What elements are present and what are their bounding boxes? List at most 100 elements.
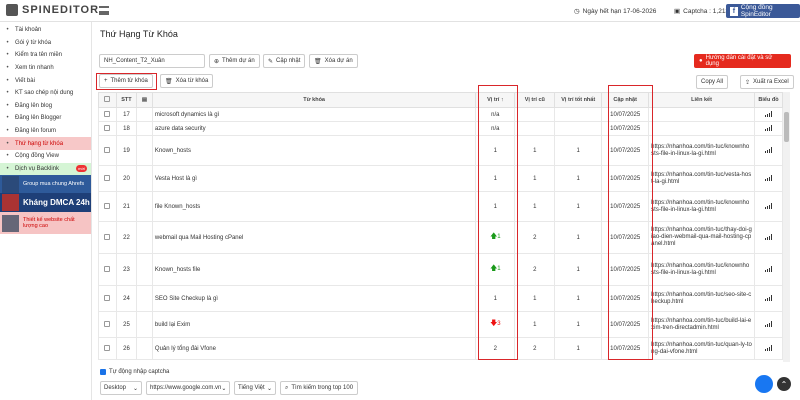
sidebar-item[interactable]: • Xem tin nhanh	[0, 62, 91, 75]
cell-link[interactable]: https://nhanhoa.com/tin-tuc/vesta-host-l…	[648, 165, 755, 192]
language-select[interactable]: Tiếng Việt ⌄	[234, 381, 276, 395]
table-row[interactable]: 23 Known_hosts file 🡅1 2 1 10/07/2025 https://…	[98, 253, 784, 286]
header-position[interactable]: Vị trí ↑	[475, 92, 516, 108]
messenger-icon[interactable]	[755, 375, 773, 393]
row-checkbox[interactable]	[98, 311, 117, 338]
checkbox[interactable]	[104, 146, 111, 153]
row-checkbox[interactable]	[98, 135, 117, 166]
sidebar-item[interactable]: • Gói ý từ khóa	[0, 37, 91, 50]
scroll-top-icon[interactable]: ⌃	[777, 377, 791, 391]
table-row[interactable]: 19 Known_hosts 1 1 1 10/07/2025 https://nhanho…	[98, 135, 784, 166]
auto-captcha-toggle[interactable]: Tự động nhập captcha	[100, 369, 169, 375]
checkbox[interactable]	[104, 174, 111, 181]
sidebar-item[interactable]: • Đăng lên blog	[0, 100, 91, 113]
banner-ahrefs[interactable]: Group mua chung Ahrefs	[0, 175, 91, 194]
sidebar-item[interactable]: • Đăng lên Blogger	[0, 112, 91, 125]
banner-dmca[interactable]: Kháng DMCA 24h	[0, 193, 91, 213]
chart-icon[interactable]	[764, 320, 772, 327]
table-row[interactable]: 26 Quản lý tổng đài Vfone 2 2 1 10/07/2025 htt…	[98, 337, 784, 360]
brand-logo[interactable]: SPINEDITOR	[6, 4, 99, 16]
add-keyword-button[interactable]: + Thêm từ khóa	[99, 74, 153, 88]
cell-chart[interactable]	[753, 337, 784, 360]
checkbox[interactable]	[104, 344, 111, 351]
table-row[interactable]: 21 file Known_hosts 1 1 1 10/07/2025 https://n…	[98, 191, 784, 222]
row-checkbox[interactable]	[98, 253, 117, 286]
header-stt[interactable]: STT	[115, 92, 137, 108]
row-checkbox[interactable]	[98, 221, 117, 254]
checkbox[interactable]	[104, 124, 111, 131]
cell-chart[interactable]	[753, 165, 784, 192]
search-top-button[interactable]: ⌕ Tìm kiếm trong top 100	[280, 381, 359, 395]
cell-chart[interactable]	[753, 311, 784, 338]
delete-project-button[interactable]: 🗑 Xóa dự án	[309, 54, 358, 68]
cell-link[interactable]: https://nhanhoa.com/tin-tuc/quan-ly-tong…	[648, 337, 755, 360]
cell-chart[interactable]	[753, 191, 784, 222]
cell-link[interactable]: https://nhanhoa.com/tin-tuc/thay-doi-gia…	[648, 221, 755, 254]
header-best-position[interactable]: Vị trí tốt nhất	[554, 92, 603, 108]
header-chart[interactable]: Biểu đồ	[753, 92, 784, 108]
table-row[interactable]: 25 build lại Exim 🡇3 1 1 10/07/2025 https://nh…	[98, 311, 784, 338]
checkbox[interactable]	[104, 110, 111, 117]
update-button[interactable]: ✎ Cập nhật	[263, 54, 306, 68]
device-select[interactable]: Desktop ⌄	[100, 381, 142, 395]
cell-chart[interactable]	[753, 285, 784, 312]
chart-icon[interactable]	[764, 110, 772, 117]
copy-all-button[interactable]: Copy All	[696, 75, 729, 89]
header-old-position[interactable]: Vị trí cũ	[514, 92, 556, 108]
chart-icon[interactable]	[764, 202, 772, 209]
cell-link[interactable]: https://nhanhoa.com/tin-tuc/knownhosts-f…	[648, 135, 755, 166]
chart-icon[interactable]	[764, 233, 772, 240]
chart-icon[interactable]	[764, 174, 772, 181]
checkbox[interactable]	[104, 233, 111, 240]
checkbox[interactable]	[104, 294, 111, 301]
checkbox[interactable]	[104, 320, 111, 327]
table-row[interactable]: 22 webmail qua Mail Hosting cPanel 🡅1 2 1 10/…	[98, 221, 784, 254]
table-scrollbar[interactable]	[783, 92, 790, 362]
checkbox[interactable]	[104, 265, 111, 272]
guide-button[interactable]: ● Hướng dẫn cài đặt và sử dụng	[694, 54, 791, 68]
sidebar-item[interactable]: • Cộng đồng View	[0, 150, 91, 163]
export-excel-button[interactable]: ⇪ Xuất ra Excel	[740, 75, 794, 89]
sidebar-item[interactable]: • Kiểm tra tên miền	[0, 49, 91, 62]
cell-chart[interactable]	[753, 253, 784, 286]
header-keyword[interactable]: Từ khóa	[151, 92, 477, 108]
banner-website[interactable]: Thiết kế website chất lượng cao	[0, 212, 91, 235]
header-updated[interactable]: Cập nhật	[601, 92, 650, 108]
sidebar-item[interactable]: • Dịch vụ Backlink mới	[0, 162, 91, 176]
sidebar-item[interactable]: • Đăng lên forum	[0, 125, 91, 138]
cell-link[interactable]: https://nhanhoa.com/tin-tuc/knownhosts-f…	[648, 191, 755, 222]
table-row[interactable]: 17 microsoft dynamics là gì n/a 10/07/2025	[98, 107, 784, 122]
table-row[interactable]: 18 azure data security n/a 10/07/2025	[98, 121, 784, 136]
search-engine-select[interactable]: https://www.google.com.vn ⌄	[146, 381, 230, 395]
chart-icon[interactable]	[764, 146, 772, 153]
delete-keyword-button[interactable]: 🗑 Xóa từ khóa	[160, 74, 214, 88]
table-row[interactable]: 20 Vesta Host là gì 1 1 1 10/07/2025 https://n…	[98, 165, 784, 192]
table-row[interactable]: 24 SEO Site Checkup là gì 1 1 1 10/07/2025 htt…	[98, 285, 784, 312]
row-checkbox[interactable]	[98, 107, 117, 122]
project-select[interactable]: NH_Content_T2_Xuân	[99, 54, 205, 68]
cell-chart[interactable]	[753, 221, 784, 254]
header-link[interactable]: Liên kết	[648, 92, 755, 108]
checkbox[interactable]	[104, 202, 111, 209]
row-checkbox[interactable]	[98, 165, 117, 192]
cell-chart[interactable]	[753, 121, 784, 136]
add-project-button[interactable]: ⊕ Thêm dự án	[209, 54, 260, 68]
row-checkbox[interactable]	[98, 121, 117, 136]
cell-link[interactable]: https://nhanhoa.com/tin-tuc/knownhosts-f…	[648, 253, 755, 286]
cell-link[interactable]: https://nhanhoa.com/tin-tuc/seo-site-che…	[648, 285, 755, 312]
sidebar-item[interactable]: • Viết bài	[0, 74, 91, 87]
header-checkbox[interactable]	[98, 92, 117, 108]
cell-link[interactable]	[648, 121, 755, 136]
cell-link[interactable]	[648, 107, 755, 122]
menu-icon[interactable]	[99, 6, 109, 15]
row-checkbox[interactable]	[98, 191, 117, 222]
sidebar-item[interactable]: • KT sao chép nội dung	[0, 87, 91, 100]
chart-icon[interactable]	[764, 265, 772, 272]
community-button[interactable]: f Cộng đồng SpinEditor	[726, 4, 800, 18]
chart-icon[interactable]	[764, 124, 772, 131]
row-checkbox[interactable]	[98, 337, 117, 360]
chart-icon[interactable]	[764, 294, 772, 301]
cell-link[interactable]: https://nhanhoa.com/tin-tuc/build-lai-ex…	[648, 311, 755, 338]
chart-icon[interactable]	[764, 344, 772, 351]
cell-chart[interactable]	[753, 135, 784, 166]
